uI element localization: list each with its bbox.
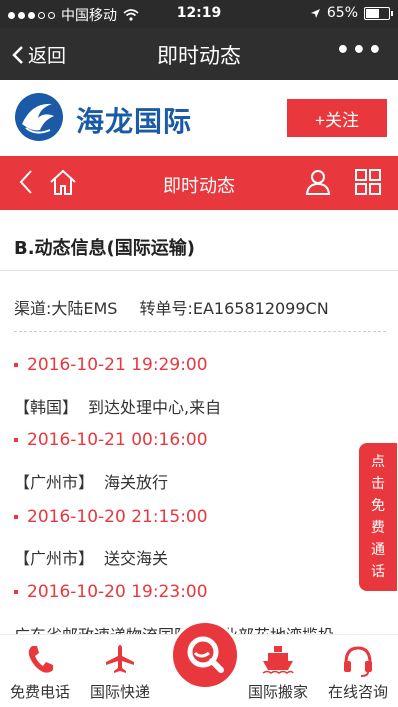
search-icon: [187, 636, 224, 673]
tracking-number: 转单号:EA165812099CN: [139, 299, 329, 318]
status-bar: 中国移动 12:19 65%: [0, 0, 398, 28]
event-description: 【韩国】 到达处理中心,来自: [14, 394, 221, 418]
event-time: 2016-10-21 00:16:00: [14, 430, 208, 450]
brand-name: 海龙国际: [76, 105, 193, 138]
back-label: 返回: [28, 45, 67, 67]
user-icon[interactable]: [304, 168, 332, 196]
plane-icon: [106, 645, 134, 673]
section-title: B.动态信息(国际运输): [14, 238, 196, 259]
shipment-info: 渠道:大陆EMS 转单号:EA165812099CN: [14, 295, 329, 319]
dashed-divider: [14, 331, 386, 332]
tab-label: 免费电话: [9, 683, 70, 701]
tab-free-call[interactable]: 免费电话: [0, 635, 80, 707]
event-time: 2016-10-20 19:23:00: [14, 582, 208, 602]
event-description: 【广州市】 送交海关: [14, 545, 168, 569]
follow-button[interactable]: +关注: [287, 99, 387, 137]
divider: [0, 270, 398, 271]
status-right: 65%: [310, 5, 393, 21]
brand-header: 海龙国际 +关注: [0, 80, 398, 156]
tab-label: 国际快递: [89, 683, 150, 701]
phone-icon: [28, 646, 53, 673]
event-place: 【韩国】: [14, 398, 79, 417]
battery-icon: [364, 6, 393, 20]
event-text: 送交海关: [104, 549, 169, 568]
chevron-left-icon[interactable]: [18, 168, 34, 196]
event-text: 海关放行: [104, 473, 169, 492]
ship-icon: [262, 646, 294, 674]
tab-international-moving[interactable]: 国际搬家: [238, 635, 318, 707]
headset-icon: [344, 646, 372, 677]
event-place: 【广州市】: [14, 473, 95, 492]
event-place: 【广州市】: [14, 549, 95, 568]
chevron-left-icon: [12, 45, 23, 64]
event-text: 到达处理中心,来自: [88, 398, 222, 417]
more-menu-button[interactable]: •••: [336, 38, 384, 63]
channel-label: 渠道:大陆EMS: [14, 299, 118, 318]
event-time: 2016-10-21 19:29:00: [14, 355, 208, 375]
free-call-label: 点击免费通话: [371, 454, 385, 580]
battery-percent: 65%: [326, 5, 358, 21]
tab-label: 在线咨询: [327, 683, 388, 701]
navigation-bar: 返回 即时动态 •••: [0, 28, 398, 80]
home-icon[interactable]: [48, 168, 78, 196]
sub-navigation-bar: 即时动态: [0, 156, 398, 210]
grid-menu-icon[interactable]: [354, 168, 382, 196]
tab-online-consult[interactable]: 在线咨询: [318, 635, 398, 707]
tab-international-express[interactable]: 国际快递: [80, 635, 160, 707]
location-icon: [310, 8, 320, 18]
event-description: 【广州市】 海关放行: [14, 469, 168, 493]
company-logo: [15, 93, 63, 141]
tab-label: 国际搬家: [247, 683, 308, 701]
back-button[interactable]: 返回: [12, 41, 66, 68]
center-search-button[interactable]: [170, 620, 240, 690]
event-time: 2016-10-20 21:15:00: [14, 507, 208, 527]
free-call-float-button[interactable]: 点击免费通话: [359, 443, 397, 591]
